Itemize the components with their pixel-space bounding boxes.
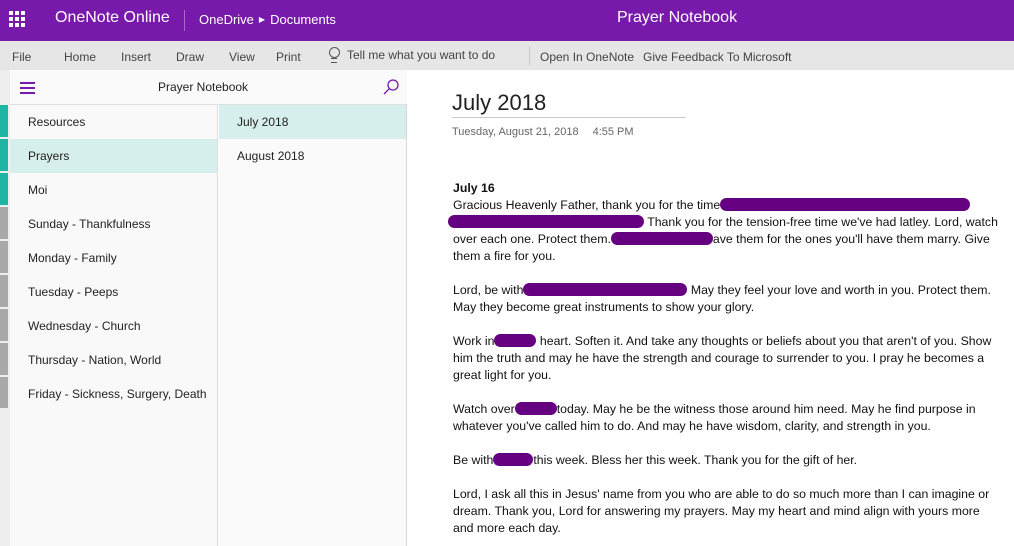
section-item-moi[interactable]: Moi	[10, 173, 217, 207]
page-timestamp: Tuesday, August 21, 2018 4:55 PM	[452, 126, 634, 138]
app-header: OneNote Online OneDrive ▶ Documents Pray…	[0, 0, 1014, 41]
redaction-mark	[493, 453, 534, 466]
section-item-friday[interactable]: Friday - Sickness, Surgery, Death	[10, 377, 217, 411]
section-color-tab[interactable]	[0, 377, 8, 408]
search-icon[interactable]	[382, 78, 400, 96]
header-divider	[184, 10, 185, 31]
notebook-title: Prayer Notebook	[158, 80, 249, 94]
note-paragraph: Lord, be with May they feel your love an…	[453, 282, 998, 316]
page-item-august-2018[interactable]: August 2018	[219, 139, 406, 173]
section-item-resources[interactable]: Resources	[10, 105, 217, 139]
section-color-tab[interactable]	[0, 139, 8, 171]
document-title: Prayer Notebook	[617, 9, 738, 26]
app-name[interactable]: OneNote Online	[55, 9, 170, 27]
section-color-tab[interactable]	[0, 207, 8, 239]
breadcrumb: OneDrive ▶ Documents	[199, 12, 336, 27]
tab-insert[interactable]: Insert	[121, 50, 151, 64]
sections-list: Resources Prayers Moi Sunday - Thankfuln…	[10, 105, 218, 546]
section-color-tab[interactable]	[0, 275, 8, 307]
pages-list: July 2018 August 2018	[219, 105, 407, 546]
tab-home[interactable]: Home	[64, 50, 96, 64]
breadcrumb-arrow-icon: ▶	[258, 15, 266, 24]
tell-me-placeholder: Tell me what you want to do	[347, 48, 496, 62]
breadcrumb-onedrive[interactable]: OneDrive	[199, 12, 254, 27]
redaction-mark	[523, 283, 688, 296]
section-color-tab[interactable]	[0, 173, 8, 205]
section-item-tuesday[interactable]: Tuesday - Peeps	[10, 275, 217, 309]
title-underline	[452, 117, 686, 118]
page-title[interactable]: July 2018	[452, 90, 546, 116]
ribbon-divider	[529, 46, 530, 65]
section-item-wednesday[interactable]: Wednesday - Church	[10, 309, 217, 343]
section-tab-strip	[0, 70, 10, 546]
tab-view[interactable]: View	[229, 50, 255, 64]
breadcrumb-documents[interactable]: Documents	[270, 12, 336, 27]
note-paragraph: Lord, I ask all this in Jesus' name from…	[453, 486, 998, 537]
hamburger-menu-icon[interactable]	[20, 82, 35, 94]
tab-print[interactable]: Print	[276, 50, 301, 64]
note-paragraph: Watch over today. May he be the witness t…	[453, 401, 998, 435]
text-run: Work in	[453, 334, 495, 348]
text-run: Watch over	[453, 402, 515, 416]
tell-me-search[interactable]: Tell me what you want to do	[328, 47, 495, 63]
ribbon: File Home Insert Draw View Print Tell me…	[0, 41, 1014, 70]
page-date: Tuesday, August 21, 2018	[452, 126, 579, 138]
note-content[interactable]: July 16 Gracious Heavenly Father, thank …	[448, 180, 998, 546]
redaction-mark	[514, 402, 557, 415]
section-color-tab[interactable]	[0, 343, 8, 375]
navigation-header: Prayer Notebook	[10, 70, 407, 105]
app-launcher-icon[interactable]	[9, 11, 25, 27]
redaction-mark	[610, 232, 713, 245]
tab-file[interactable]: File	[12, 50, 31, 64]
section-color-tab[interactable]	[0, 241, 8, 273]
text-run: Lord, I ask all this in Jesus' name from…	[453, 487, 990, 535]
text-run: Gracious Heavenly Father, thank you for …	[453, 198, 721, 212]
note-heading: July 16	[453, 181, 495, 195]
section-item-thursday[interactable]: Thursday - Nation, World	[10, 343, 217, 377]
note-paragraph: Work in heart. Soften it. And take any t…	[453, 333, 998, 384]
page-item-july-2018[interactable]: July 2018	[219, 105, 406, 139]
page-canvas[interactable]: July 2018 Tuesday, August 21, 2018 4:55 …	[408, 70, 1014, 546]
note-paragraph: Gracious Heavenly Father, thank you for …	[448, 197, 998, 265]
section-color-tab[interactable]	[0, 105, 8, 137]
section-item-monday[interactable]: Monday - Family	[10, 241, 217, 275]
open-in-onenote-button[interactable]: Open In OneNote	[540, 50, 634, 64]
tab-draw[interactable]: Draw	[176, 50, 204, 64]
give-feedback-button[interactable]: Give Feedback To Microsoft	[643, 50, 792, 64]
text-run: Be with	[453, 453, 494, 467]
section-item-prayers[interactable]: Prayers	[10, 139, 217, 173]
page-time: 4:55 PM	[592, 126, 634, 138]
note-paragraph: Be with this week. Bless her this week. T…	[453, 452, 998, 469]
lightbulb-icon	[328, 47, 340, 63]
redaction-mark	[720, 198, 971, 211]
text-run: this week. Bless her this week. Thank yo…	[533, 453, 858, 467]
redaction-mark	[448, 215, 644, 228]
section-color-tab[interactable]	[0, 309, 8, 341]
redaction-mark	[494, 334, 537, 347]
section-item-sunday[interactable]: Sunday - Thankfulness	[10, 207, 217, 241]
text-run: Lord, be with	[453, 283, 524, 297]
